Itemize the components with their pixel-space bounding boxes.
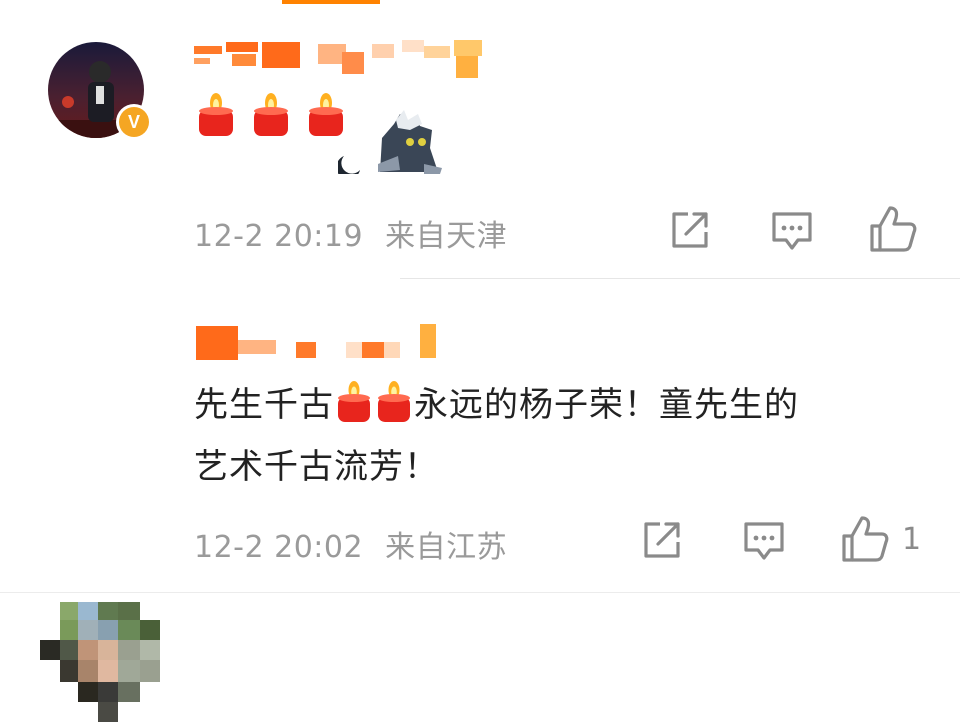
verified-badge: V (116, 104, 152, 140)
avatar[interactable]: V (38, 42, 154, 140)
comment-item: V 12-2 20:19 来自天津 (0, 0, 960, 280)
timestamp-text: 12-2 20:19 (194, 219, 364, 254)
location-text: 来自天津 (385, 219, 508, 254)
comment-divider (400, 278, 960, 279)
share-icon (672, 212, 708, 248)
comment-item: 先生千古 永远的杨子荣！童先生的 艺术千古流芳！ 12-2 20:02 来自江苏 … (0, 280, 960, 722)
comment-icon (744, 522, 784, 560)
share-button[interactable] (638, 516, 686, 564)
content-line1-end: 永远的杨子荣！童先生的 (414, 385, 799, 425)
username-censored[interactable] (196, 320, 446, 362)
candle-emoji (196, 92, 236, 138)
comment-icon (772, 212, 812, 250)
candle-emoji (376, 380, 412, 424)
verified-badge-label: V (127, 111, 140, 132)
comment-divider (0, 592, 960, 593)
comment-timestamp: 12-2 20:19 来自天津 (194, 211, 507, 255)
location-text: 来自江苏 (385, 530, 508, 565)
like-button[interactable] (868, 204, 917, 252)
candle-emoji (251, 92, 291, 138)
like-icon (842, 516, 889, 562)
cat-sticker-icon (336, 108, 450, 180)
content-line2: 艺术千古流芳！ (194, 447, 439, 487)
share-button[interactable] (666, 206, 714, 254)
comment-button[interactable] (768, 206, 816, 254)
share-icon (644, 522, 680, 558)
like-button[interactable] (840, 514, 889, 562)
comment-content (196, 92, 356, 142)
comment-timestamp: 12-2 20:02 来自江苏 (194, 522, 507, 566)
username-censored[interactable] (192, 38, 502, 86)
avatar[interactable] (40, 602, 160, 722)
like-icon (870, 206, 917, 252)
content-line1-start: 先生千古 (194, 385, 334, 425)
timestamp-text: 12-2 20:02 (194, 530, 364, 565)
comment-content: 先生千古 永远的杨子荣！童先生的 艺术千古流芳！ (194, 374, 799, 498)
comment-button[interactable] (740, 516, 788, 564)
like-count: 1 (902, 522, 922, 557)
candle-emoji (336, 380, 372, 424)
